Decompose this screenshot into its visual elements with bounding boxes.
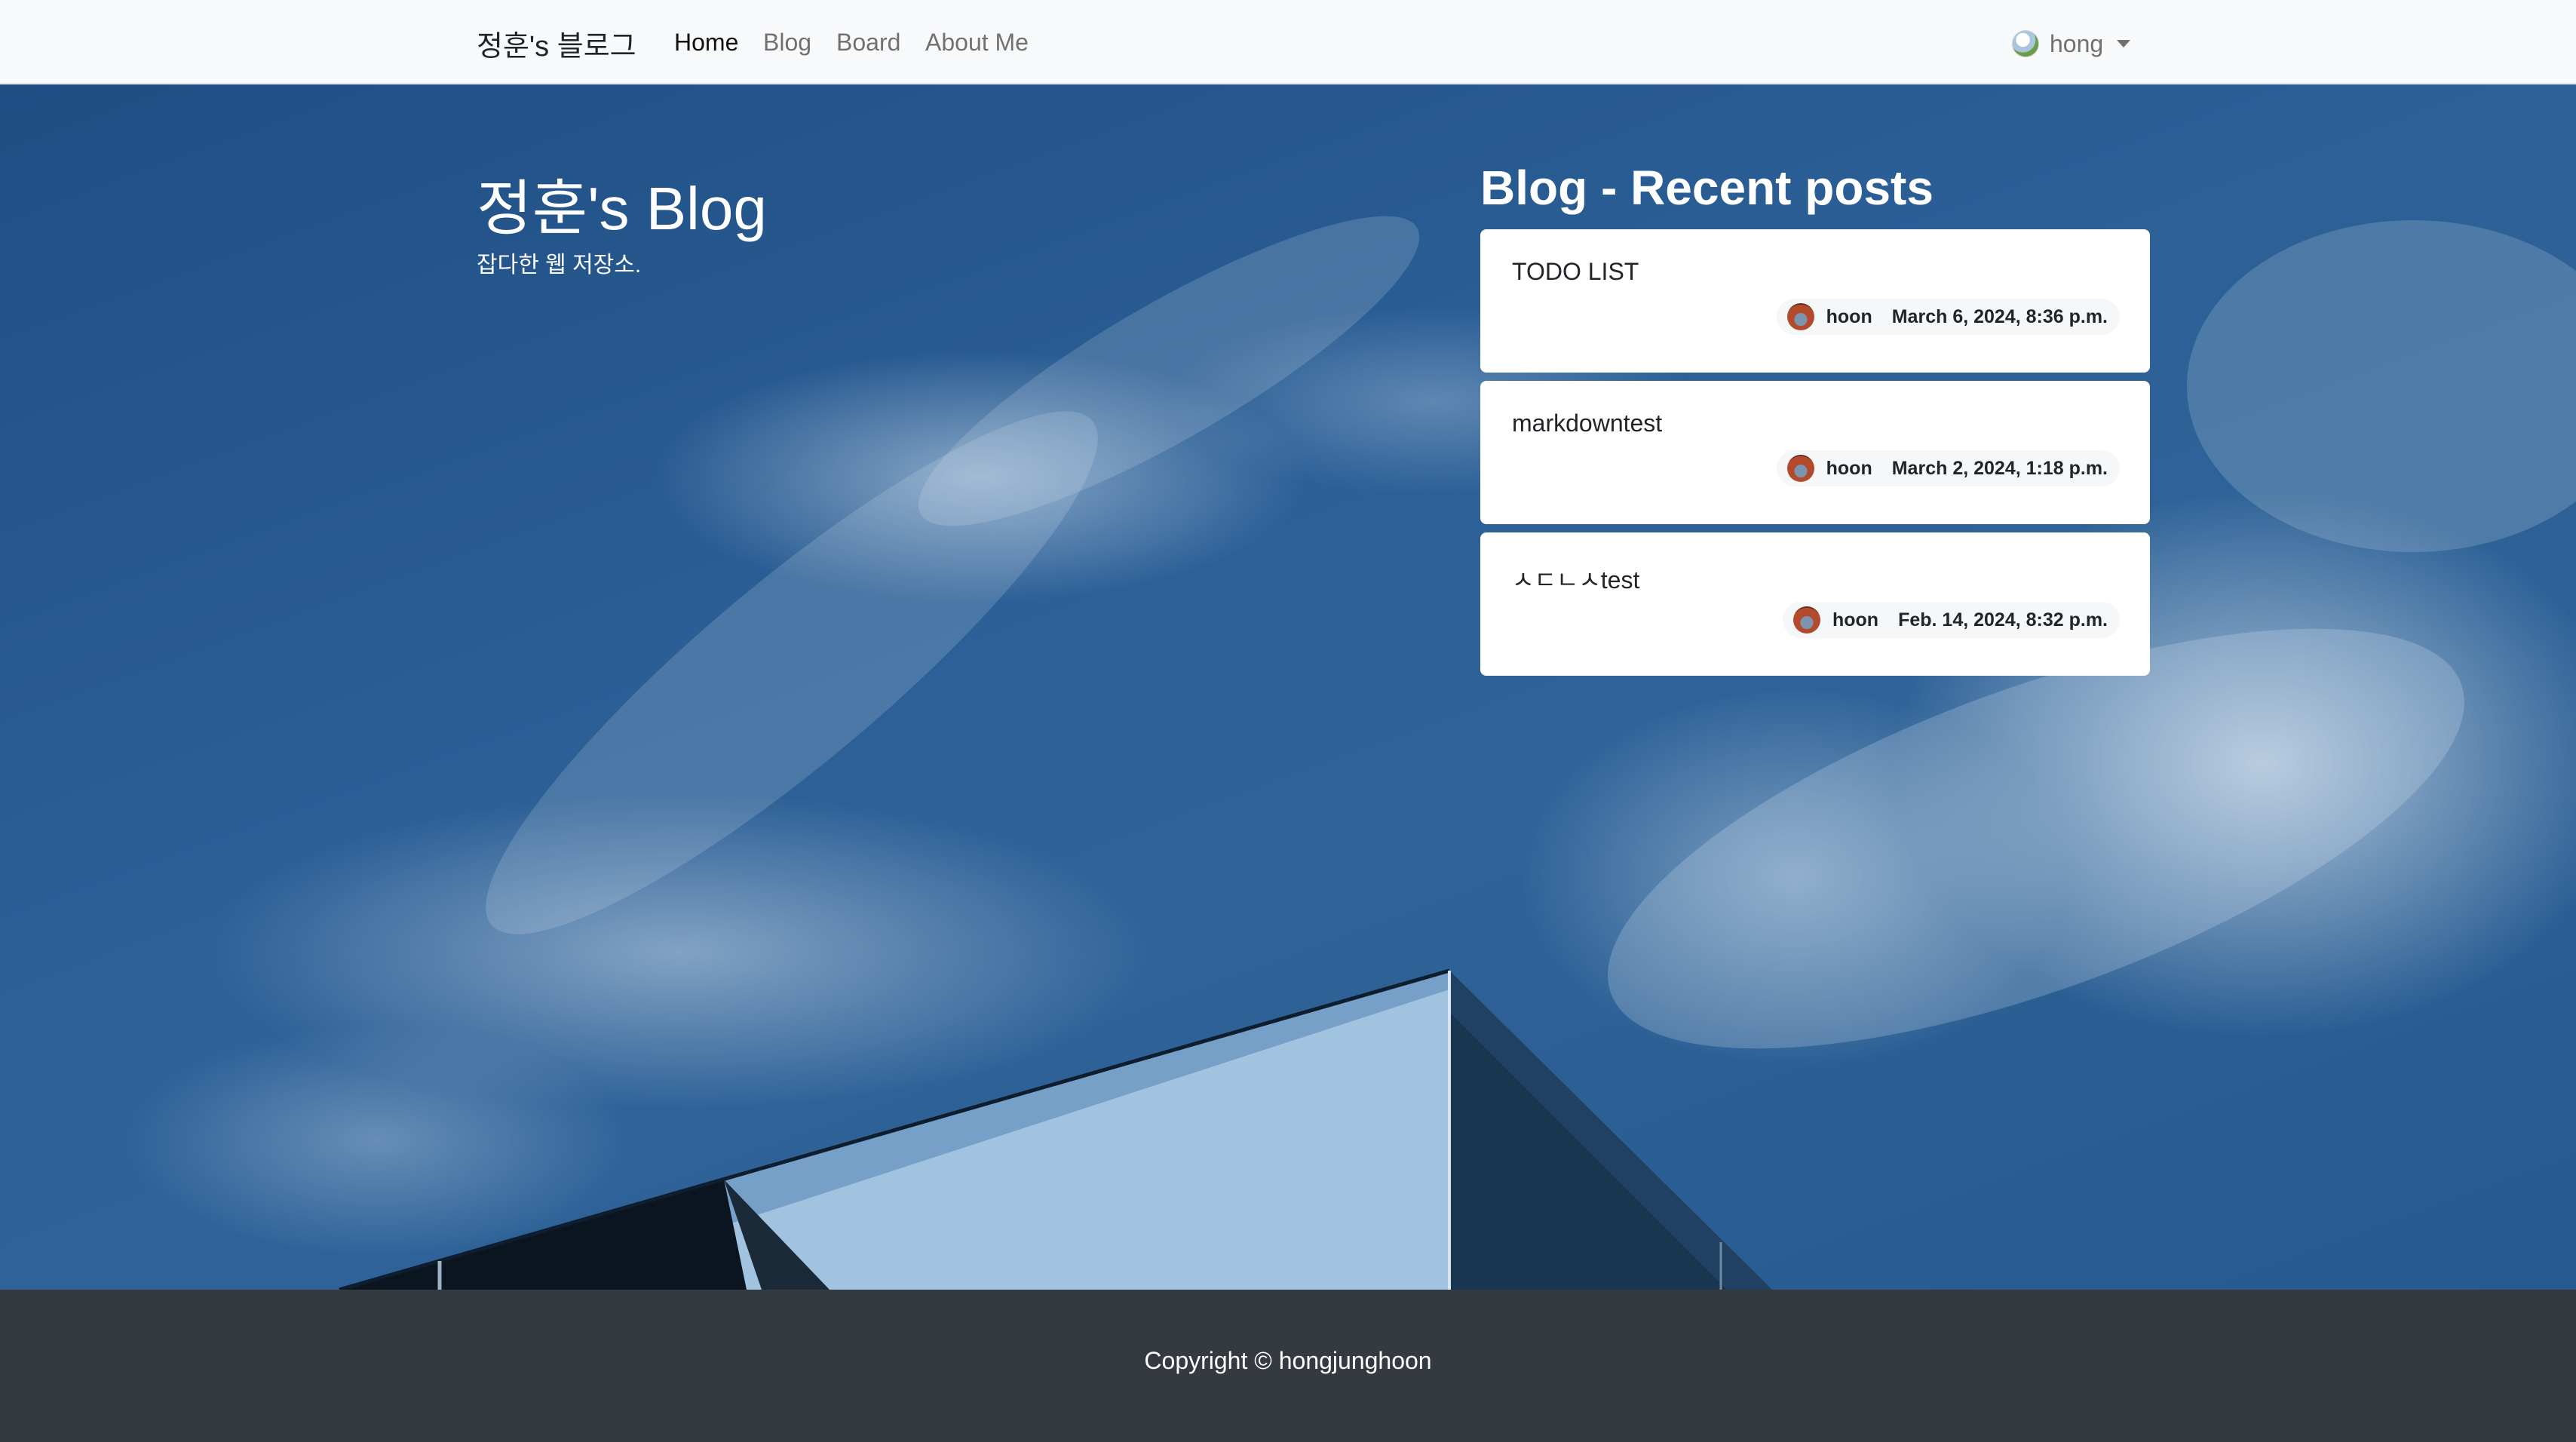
author-avatar-icon (1786, 303, 1814, 330)
user-dropdown-toggle[interactable]: hong (2012, 26, 2131, 62)
post-author-name: hoon (1832, 609, 1879, 630)
post-author-name: hoon (1826, 305, 1872, 327)
recent-posts-heading: Blog - Recent posts (1480, 161, 1934, 215)
post-date: March 2, 2024, 1:18 p.m. (1891, 457, 2108, 479)
nav-link-blog[interactable]: Blog (763, 29, 811, 57)
hero-subtitle: 잡다한 웹 저장소. (477, 253, 642, 278)
post-title-link[interactable]: ㅅㄷㄴㅅtest (1512, 561, 1639, 596)
post-date: Feb. 14, 2024, 8:32 p.m. (1898, 609, 2108, 630)
user-name: hong (2050, 29, 2104, 57)
post-meta: hoon Feb. 14, 2024, 8:32 p.m. (1782, 602, 2120, 638)
caret-down-icon (2117, 40, 2131, 48)
recent-post-card[interactable]: TODO LIST hoon March 6, 2024, 8:36 p.m. (1480, 229, 2150, 373)
top-navbar: 정훈's 블로그 Home Blog Board About Me hong (0, 0, 2576, 84)
nav-link-home[interactable]: Home (674, 29, 738, 57)
post-title-link[interactable]: TODO LIST (1512, 258, 1639, 286)
recent-post-card[interactable]: markdowntest hoon March 2, 2024, 1:18 p.… (1480, 381, 2150, 524)
recent-post-card[interactable]: ㅅㄷㄴㅅtest hoon Feb. 14, 2024, 8:32 p.m. (1480, 532, 2150, 676)
hero-background-image (339, 216, 2576, 1290)
page-footer: Copyright © hongjunghoon (0, 1290, 2576, 1442)
hero-title: 정훈's Blog (477, 175, 767, 242)
user-avatar-icon (2012, 30, 2039, 57)
footer-copyright: Copyright © hongjunghoon (1144, 1347, 1432, 1374)
nav-link-about-me[interactable]: About Me (925, 29, 1029, 57)
post-title-link[interactable]: markdowntest (1512, 410, 1662, 437)
post-author: hoon (1786, 455, 1872, 482)
post-author-name: hoon (1826, 457, 1872, 479)
post-date: March 6, 2024, 8:36 p.m. (1891, 305, 2108, 327)
hero-section: 정훈's Blog 잡다한 웹 저장소. Blog - Recent posts… (0, 84, 2576, 1290)
navbar-brand[interactable]: 정훈's 블로그 (477, 23, 636, 64)
post-author: hoon (1792, 606, 1879, 634)
author-avatar-icon (1786, 455, 1814, 482)
author-avatar-icon (1792, 606, 1820, 634)
post-author: hoon (1786, 303, 1872, 330)
post-meta: hoon March 6, 2024, 8:36 p.m. (1776, 299, 2120, 335)
post-meta: hoon March 2, 2024, 1:18 p.m. (1776, 450, 2120, 486)
nav-link-board[interactable]: Board (836, 29, 900, 57)
